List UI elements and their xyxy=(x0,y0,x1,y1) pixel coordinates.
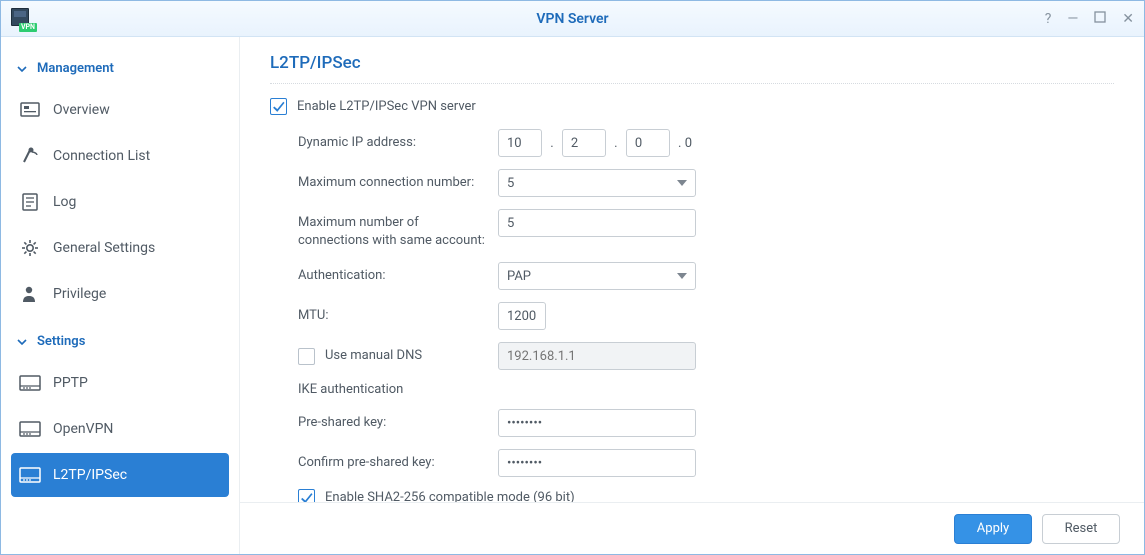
sha2-checkbox[interactable] xyxy=(298,489,315,502)
chevron-down-icon xyxy=(17,337,27,347)
manual-dns-label: Use manual DNS xyxy=(325,347,422,365)
sidebar-item-general-settings[interactable]: General Settings xyxy=(11,226,229,270)
sidebar-item-label: OpenVPN xyxy=(53,421,113,437)
page-title: L2TP/IPSec xyxy=(270,53,1114,84)
sidebar-item-label: L2TP/IPSec xyxy=(53,467,127,483)
enable-l2tp-checkbox[interactable] xyxy=(270,98,287,115)
auth-select[interactable]: PAP xyxy=(498,262,696,290)
dynamic-ip-octet4-static: . 0 xyxy=(678,136,692,151)
dynamic-ip-octet3-input[interactable] xyxy=(626,129,670,157)
enable-l2tp-label: Enable L2TP/IPSec VPN server xyxy=(297,99,476,114)
manual-dns-checkbox[interactable] xyxy=(298,348,315,365)
app-icon: VPN xyxy=(11,8,35,32)
max-conn-same-row: Maximum number of connections with same … xyxy=(298,209,1114,250)
sidebar-item-label: Overview xyxy=(53,102,110,118)
ike-auth-header: IKE authentication xyxy=(298,382,1114,397)
dynamic-ip-octet2-input[interactable] xyxy=(562,129,606,157)
psk-row: Pre-shared key: xyxy=(298,409,1114,437)
gear-icon xyxy=(19,237,41,259)
sidebar-item-overview[interactable]: Overview xyxy=(11,88,229,132)
mtu-input[interactable] xyxy=(498,302,546,330)
maximize-icon[interactable] xyxy=(1094,11,1106,27)
sidebar-section-settings[interactable]: Settings xyxy=(11,330,229,353)
dynamic-ip-label: Dynamic IP address: xyxy=(298,134,498,152)
protocol-icon xyxy=(19,372,41,394)
enable-l2tp-row: Enable L2TP/IPSec VPN server xyxy=(270,98,1114,115)
sidebar-item-connection-list[interactable]: Connection List xyxy=(11,134,229,178)
sidebar-item-l2tp-ipsec[interactable]: L2TP/IPSec xyxy=(11,453,229,497)
sidebar-item-label: PPTP xyxy=(53,375,88,391)
sidebar-section-management[interactable]: Management xyxy=(11,57,229,80)
max-conn-label: Maximum connection number: xyxy=(298,174,498,192)
footer: Apply Reset xyxy=(240,502,1144,554)
max-conn-value: 5 xyxy=(507,176,514,191)
sidebar-item-privilege[interactable]: Privilege xyxy=(11,272,229,316)
chevron-down-icon xyxy=(677,180,687,186)
privilege-icon xyxy=(19,283,41,305)
max-conn-same-label: Maximum number of connections with same … xyxy=(298,209,498,250)
sidebar-item-label: Log xyxy=(53,194,76,210)
ip-separator: . xyxy=(550,136,553,151)
auth-row: Authentication: PAP xyxy=(298,262,1114,290)
sidebar-item-openvpn[interactable]: OpenVPN xyxy=(11,407,229,451)
psk-confirm-input[interactable] xyxy=(498,449,696,477)
apply-button[interactable]: Apply xyxy=(954,514,1032,544)
reset-button[interactable]: Reset xyxy=(1042,514,1120,544)
mtu-label: MTU: xyxy=(298,307,498,325)
connection-icon xyxy=(19,145,41,167)
psk-confirm-row: Confirm pre-shared key: xyxy=(298,449,1114,477)
close-icon[interactable]: ✕ xyxy=(1122,11,1134,27)
sidebar-item-log[interactable]: Log xyxy=(11,180,229,224)
dynamic-ip-row: Dynamic IP address: . . . 0 xyxy=(298,129,1114,157)
auth-label: Authentication: xyxy=(298,267,498,285)
dynamic-ip-octet1-input[interactable] xyxy=(498,129,542,157)
sha2-label: Enable SHA2-256 compatible mode (96 bit) xyxy=(325,490,575,502)
auth-value: PAP xyxy=(507,269,531,284)
window-titlebar: VPN VPN Server ? — ✕ xyxy=(1,1,1144,37)
psk-confirm-label: Confirm pre-shared key: xyxy=(298,454,498,472)
ip-separator: . xyxy=(614,136,617,151)
protocol-icon xyxy=(19,418,41,440)
max-conn-row: Maximum connection number: 5 xyxy=(298,169,1114,197)
minimize-icon[interactable]: — xyxy=(1067,11,1078,27)
psk-input[interactable] xyxy=(498,409,696,437)
sidebar-section-label: Management xyxy=(37,61,114,76)
log-icon xyxy=(19,191,41,213)
sha2-row: Enable SHA2-256 compatible mode (96 bit) xyxy=(298,489,1114,502)
chevron-down-icon xyxy=(677,273,687,279)
max-conn-select[interactable]: 5 xyxy=(498,169,696,197)
help-icon[interactable]: ? xyxy=(1045,11,1052,27)
chevron-down-icon xyxy=(17,64,27,74)
sidebar-item-label: Privilege xyxy=(53,286,106,302)
protocol-icon xyxy=(19,464,41,486)
content-panel: L2TP/IPSec Enable L2TP/IPSec VPN server … xyxy=(240,37,1144,502)
sidebar-item-label: Connection List xyxy=(53,148,150,164)
sidebar-item-label: General Settings xyxy=(53,240,155,256)
sidebar-section-label: Settings xyxy=(37,334,85,349)
manual-dns-row: Use manual DNS xyxy=(298,342,1114,370)
window-title: VPN Server xyxy=(536,11,608,27)
mtu-row: MTU: xyxy=(298,302,1114,330)
overview-icon xyxy=(19,99,41,121)
psk-label: Pre-shared key: xyxy=(298,414,498,432)
max-conn-same-input[interactable] xyxy=(498,209,696,237)
manual-dns-input xyxy=(498,342,696,370)
sidebar-item-pptp[interactable]: PPTP xyxy=(11,361,229,405)
sidebar: Management Overview Connection List Log xyxy=(1,37,240,554)
